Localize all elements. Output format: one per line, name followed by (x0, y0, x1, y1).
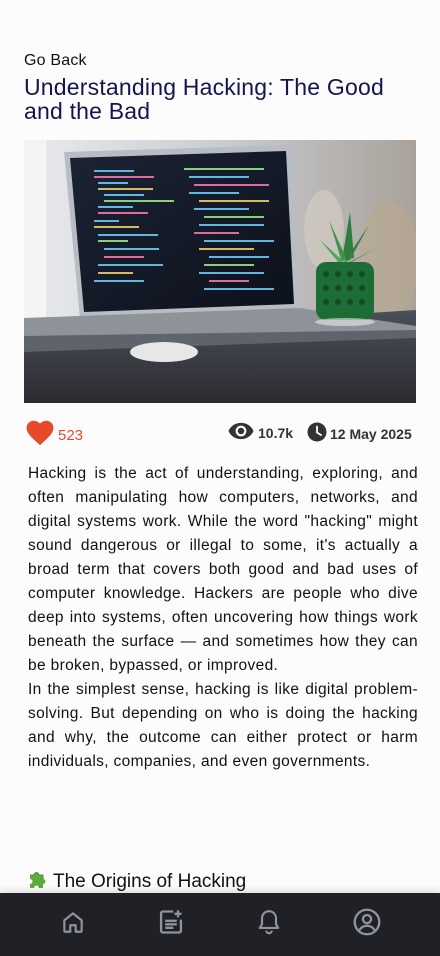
eye-icon (228, 422, 254, 443)
clock-icon (307, 422, 327, 445)
article-page: Go Back Understanding Hacking: The Good … (0, 0, 440, 893)
heart-icon (26, 420, 54, 451)
nav-notifications[interactable] (245, 901, 293, 949)
publish-date-label: 12 May 2025 (330, 425, 412, 442)
article-meta: 523 10.7k 12 May 2025 (24, 418, 416, 450)
view-count-label: 10.7k (258, 424, 294, 441)
nav-news[interactable] (147, 901, 195, 949)
view-count: 10.7k (228, 422, 293, 443)
section-heading: The Origins of Hacking (27, 868, 246, 893)
home-icon (60, 909, 86, 940)
profile-icon (353, 908, 381, 941)
like-count: 523 (58, 427, 84, 444)
publish-date: 12 May 2025 (307, 422, 412, 445)
nav-profile[interactable] (343, 901, 391, 949)
article-body: Hacking is the act of understanding, exp… (28, 462, 418, 774)
news-add-icon (157, 908, 185, 941)
article-paragraph: In the simplest sense, hacking is like d… (28, 681, 418, 770)
bottom-navigation (0, 893, 440, 956)
article-title: Understanding Hacking: The Good and the … (24, 74, 384, 124)
like-button[interactable]: 523 (26, 420, 83, 451)
puzzle-piece-icon (27, 868, 49, 893)
article-paragraph: Hacking is the act of understanding, exp… (28, 465, 418, 674)
nav-home[interactable] (49, 901, 97, 949)
section-heading-label: The Origins of Hacking (53, 871, 247, 892)
bell-icon (256, 908, 282, 941)
article-hero-image (24, 140, 416, 403)
go-back-link[interactable]: Go Back (24, 52, 87, 70)
